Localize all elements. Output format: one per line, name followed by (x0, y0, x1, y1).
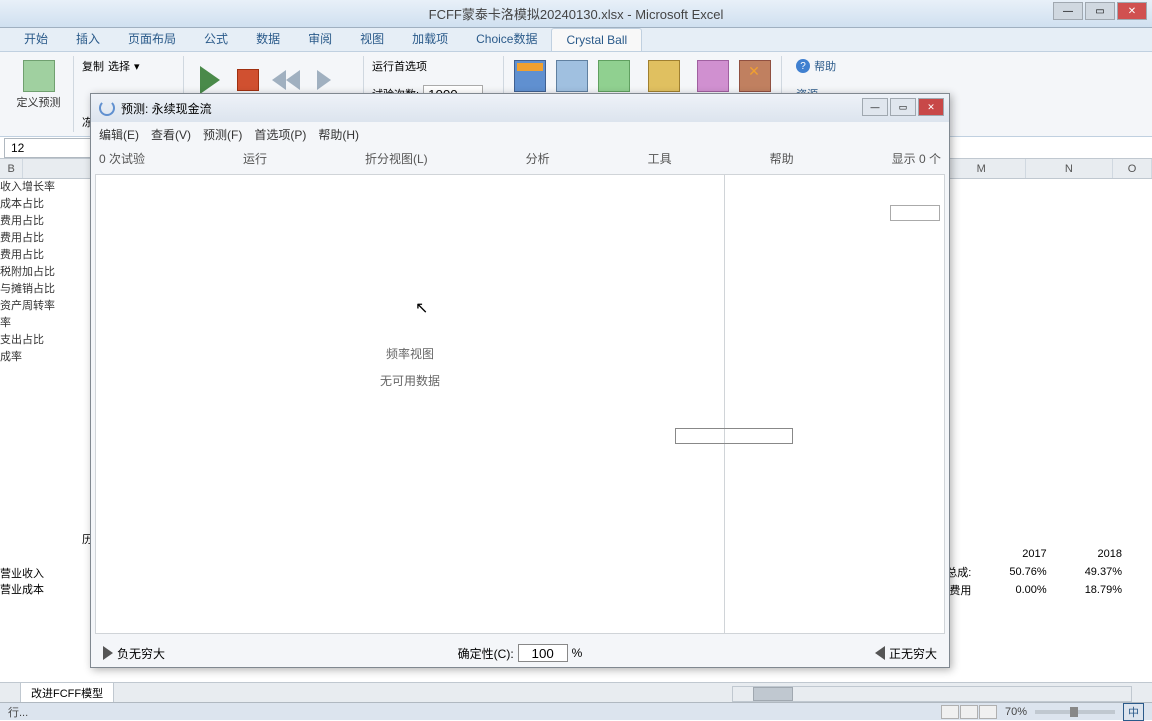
spinner-icon (99, 100, 115, 116)
col-N[interactable]: N (1026, 159, 1114, 178)
dialog-title: 预测: 永续现金流 (121, 100, 212, 117)
name-box[interactable]: 12 (4, 138, 94, 158)
page-layout-button[interactable] (960, 705, 978, 719)
skip-fwd-icon (317, 70, 331, 90)
chart-area: 频率视图 无可用数据 (96, 175, 724, 633)
tab-crystalball[interactable]: Crystal Ball (551, 28, 642, 51)
zoom-label[interactable]: 70% (1005, 706, 1027, 718)
tab-formula[interactable]: 公式 (190, 26, 242, 51)
page-break-button[interactable] (979, 705, 997, 719)
copy-button[interactable]: 复制 (82, 58, 104, 74)
play-icon (200, 66, 220, 94)
col-O[interactable]: O (1113, 159, 1152, 178)
zoom-slider[interactable] (1035, 710, 1115, 714)
define-icon (23, 60, 55, 92)
stats-panel (724, 175, 944, 633)
normal-view-button[interactable] (941, 705, 959, 719)
minimize-button[interactable]: — (1053, 2, 1083, 20)
split-view-button[interactable]: 折分视图(L) (365, 150, 428, 167)
neg-inf-label: 负无穷大 (117, 645, 165, 662)
dialog-toolbar: 0 次试验 运行 折分视图(L) 分析 工具 帮助 显示 0 个 (91, 146, 949, 170)
stats-dropdown[interactable] (890, 205, 940, 221)
run-pref-button[interactable]: 运行首选项 (372, 58, 427, 74)
maximize-button[interactable]: ▭ (1085, 2, 1115, 20)
right-marker-icon[interactable] (875, 646, 885, 660)
window-controls: — ▭ ✕ (1053, 2, 1147, 20)
define-forecast-button[interactable]: 定义预测 (12, 58, 65, 112)
help-link[interactable]: ?帮助 (796, 58, 836, 74)
tab-layout[interactable]: 页面布局 (114, 26, 190, 51)
menu-forecast[interactable]: 预测(F) (203, 126, 242, 143)
window-title: FCFF蒙泰卡洛模拟20240130.xlsx - Microsoft Exce… (429, 4, 724, 23)
close-button[interactable]: ✕ (1117, 2, 1147, 20)
skip-back-icon (272, 70, 286, 90)
left-marker-icon[interactable] (103, 646, 113, 660)
no-data-label: 无可用数据 (380, 372, 440, 389)
menu-edit[interactable]: 编辑(E) (99, 126, 139, 143)
tab-home[interactable]: 开始 (10, 26, 62, 51)
dialog-body: 频率视图 无可用数据 (95, 174, 945, 634)
dialog-minimize-button[interactable]: — (862, 98, 888, 116)
dialog-title-bar[interactable]: 预测: 永续现金流 — ▭ ✕ (91, 94, 949, 122)
forecast-dialog: 预测: 永续现金流 — ▭ ✕ 编辑(E) 查看(V) 预测(F) 首选项(P)… (90, 93, 950, 668)
sheet-tab-model[interactable]: 改进FCFF模型 (20, 682, 114, 703)
help-icon: ? (796, 59, 810, 73)
ribbon-tabs: 开始 插入 页面布局 公式 数据 审阅 视图 加载项 Choice数据 Crys… (0, 28, 1152, 52)
title-bar: FCFF蒙泰卡洛模拟20240130.xlsx - Microsoft Exce… (0, 0, 1152, 28)
status-left: 行... (8, 704, 28, 720)
tab-view[interactable]: 视图 (346, 26, 398, 51)
create-icon (556, 60, 588, 92)
cost-label: 营业成本 (0, 581, 44, 597)
dialog-close-button[interactable]: ✕ (918, 98, 944, 116)
skip-back-icon2 (286, 70, 300, 90)
col-M[interactable]: M (938, 159, 1026, 178)
trials-count: 0 次试验 (99, 150, 145, 167)
tab-data[interactable]: 数据 (242, 26, 294, 51)
more-icon (739, 60, 771, 92)
select-button[interactable]: 选择 (108, 58, 130, 74)
dialog-menu: 编辑(E) 查看(V) 预测(F) 首选项(P) 帮助(H) (91, 122, 949, 146)
scroll-thumb[interactable] (753, 687, 793, 701)
view-icon (514, 60, 546, 92)
tab-choice[interactable]: Choice数据 (462, 26, 551, 51)
certainty-label: 确定性(C): (458, 645, 514, 662)
dialog-footer: 负无穷大 确定性(C): % 正无穷大 (91, 638, 949, 668)
predict-icon (697, 60, 729, 92)
dialog-maximize-button[interactable]: ▭ (890, 98, 916, 116)
certainty-input[interactable] (518, 644, 568, 662)
revenue-label: 营业收入 (0, 565, 44, 581)
menu-pref[interactable]: 首选项(P) (254, 126, 306, 143)
optquest-icon (648, 60, 680, 92)
col-B[interactable]: B (0, 159, 23, 178)
pos-inf-label: 正无穷大 (889, 645, 937, 662)
horizontal-scrollbar[interactable] (732, 686, 1132, 702)
stop-icon (237, 69, 259, 91)
tab-review[interactable]: 审阅 (294, 26, 346, 51)
tab-addins[interactable]: 加载项 (398, 26, 462, 51)
selected-cell-outline (675, 428, 793, 444)
status-bar: 行... 70% 中 (0, 702, 1152, 720)
display-count: 显示 0 个 (892, 150, 941, 167)
tab-insert[interactable]: 插入 (62, 26, 114, 51)
extract-icon (598, 60, 630, 92)
language-button[interactable]: 中 (1123, 703, 1144, 721)
chart-view-label: 频率视图 (380, 345, 440, 362)
menu-view[interactable]: 查看(V) (151, 126, 191, 143)
menu-help[interactable]: 帮助(H) (318, 126, 359, 143)
view-buttons (941, 705, 997, 719)
